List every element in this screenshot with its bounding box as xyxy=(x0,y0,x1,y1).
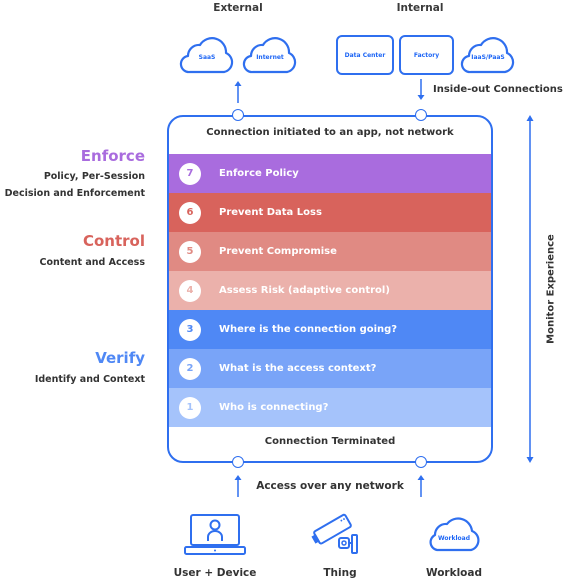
connector-node xyxy=(232,109,244,121)
down-arrow-icon xyxy=(417,79,425,100)
saas-cloud: SaaS xyxy=(178,32,236,76)
control-title: Control xyxy=(82,232,145,250)
layer-number-badge: 5 xyxy=(179,240,201,263)
factory-label: Factory xyxy=(413,51,440,59)
layer-label: Prevent Compromise xyxy=(219,246,337,257)
internal-header: Internal xyxy=(396,2,444,14)
cloud-icon xyxy=(429,517,480,552)
layer-number-badge: 3 xyxy=(179,318,201,341)
source-workload: Workload xyxy=(426,567,482,579)
layer-label: Prevent Data Loss xyxy=(219,207,322,218)
enforce-subtitle-1: Policy, Per-Session xyxy=(43,171,145,182)
workload-cloud-label: Workload xyxy=(438,535,470,542)
iaas-paas-label: IaaS/PaaS xyxy=(471,54,505,61)
connector-node xyxy=(415,109,427,121)
inside-out-label: Inside-out Connections xyxy=(433,84,563,95)
iaas-paas-cloud: IaaS/PaaS xyxy=(459,32,517,76)
layer-label: Assess Risk (adaptive control) xyxy=(219,285,390,296)
data-center-box: Data Center xyxy=(336,35,394,75)
box-top-text: Connection initiated to an app, not netw… xyxy=(206,127,454,138)
layer-label: Enforce Policy xyxy=(219,168,299,179)
monitor-double-arrow-icon xyxy=(526,115,534,463)
saas-label: SaaS xyxy=(198,54,216,61)
up-arrow-icon xyxy=(234,81,242,103)
layer-number-badge: 1 xyxy=(179,396,201,419)
internet-cloud: Internet xyxy=(241,32,299,76)
laptop-user-icon xyxy=(184,514,246,555)
verify-subtitle: Identify and Context xyxy=(34,374,145,385)
internet-label: Internet xyxy=(256,54,284,61)
layer-number-badge: 6 xyxy=(179,201,201,224)
layer-band: 5 Prevent Compromise xyxy=(169,232,491,271)
layer-label: Who is connecting? xyxy=(219,402,329,413)
connector-node xyxy=(232,456,244,468)
source-user-device: User + Device xyxy=(173,567,257,579)
layer-label: Where is the connection going? xyxy=(219,324,398,335)
security-camera-icon xyxy=(311,513,358,554)
layer-number-badge: 7 xyxy=(179,162,201,185)
monitor-experience-label: Monitor Experience xyxy=(545,234,557,344)
enforce-title: Enforce xyxy=(80,147,145,165)
layer-band: 4 Assess Risk (adaptive control) xyxy=(169,271,491,310)
layer-band: 1 Who is connecting? xyxy=(169,388,491,427)
layer-label: What is the access context? xyxy=(219,363,377,374)
layer-band: 6 Prevent Data Loss xyxy=(169,193,491,232)
layer-band: 2 What is the access context? xyxy=(169,349,491,388)
verify-title: Verify xyxy=(95,349,145,367)
box-bottom-text: Connection Terminated xyxy=(264,436,396,447)
layer-band: 3 Where is the connection going? xyxy=(169,310,491,349)
external-header: External xyxy=(213,2,263,14)
data-center-label: Data Center xyxy=(344,51,386,59)
factory-box: Factory xyxy=(399,35,454,75)
layer-band: 7 Enforce Policy xyxy=(169,154,491,193)
access-network-label: Access over any network xyxy=(256,480,404,492)
connector-node xyxy=(415,456,427,468)
source-thing: Thing xyxy=(323,567,357,579)
layer-number-badge: 4 xyxy=(179,279,201,302)
enforce-subtitle-2: Decision and Enforcement xyxy=(4,188,145,199)
workload-cloud: Workload xyxy=(426,512,482,554)
control-subtitle: Content and Access xyxy=(39,257,145,268)
layer-number-badge: 2 xyxy=(179,357,201,380)
